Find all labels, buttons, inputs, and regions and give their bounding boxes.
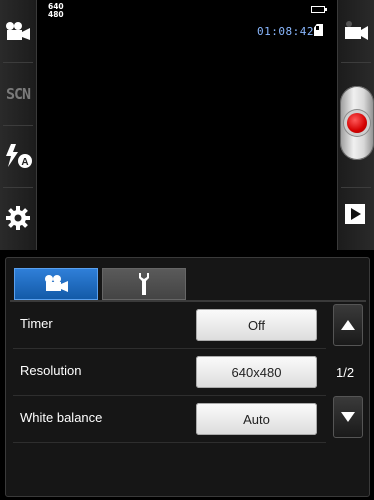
tab-general-settings[interactable] — [102, 268, 186, 300]
camcorder-icon — [345, 21, 368, 40]
settings-tabs — [10, 266, 366, 302]
rail-divider — [341, 62, 371, 63]
resolution-height: 480 — [48, 10, 64, 19]
settings-gear-icon — [6, 206, 30, 230]
scene-button[interactable]: SCN — [0, 74, 36, 114]
record-button[interactable] — [340, 86, 374, 160]
mode-switch-button[interactable] — [342, 20, 370, 47]
record-icon — [347, 113, 367, 133]
video-mode-icon — [6, 22, 30, 40]
rail-divider — [3, 125, 33, 126]
settings-panel: Timer Off Resolution 640x480 White balan… — [5, 257, 370, 497]
settings-row-resolution: Resolution 640x480 — [13, 349, 326, 396]
resolution-label: Resolution — [20, 363, 82, 378]
rail-divider — [341, 187, 371, 188]
wrench-tab-icon — [139, 273, 149, 295]
white-balance-value-button[interactable]: Auto — [196, 403, 317, 435]
flash-auto-icon: A — [6, 144, 32, 168]
play-icon — [351, 208, 361, 220]
arrow-up-icon — [341, 320, 355, 330]
battery-icon — [311, 6, 327, 13]
resolution-value-button[interactable]: 640x480 — [196, 356, 317, 388]
camcorder-tab-icon — [45, 275, 68, 292]
scene-icon: SCN — [5, 85, 31, 103]
timer-value-button[interactable]: Off — [196, 309, 317, 341]
white-balance-label: White balance — [20, 410, 103, 425]
settings-row-white-balance: White balance Auto — [13, 396, 326, 443]
tab-video-settings[interactable] — [14, 268, 98, 300]
page-indicator: 1/2 — [336, 365, 355, 380]
rail-divider — [3, 62, 33, 63]
recording-timer: 01:08:42 — [257, 25, 314, 38]
arrow-down-icon — [341, 412, 355, 422]
timer-label: Timer — [20, 316, 53, 331]
svg-text:A: A — [21, 157, 28, 168]
right-control-rail — [337, 0, 374, 250]
left-control-rail: SCN A — [0, 0, 37, 250]
sd-card-notch — [316, 26, 319, 30]
settings-row-timer: Timer Off — [13, 302, 326, 349]
resolution-indicator: 640 480 — [48, 3, 64, 19]
video-mode-button[interactable] — [0, 12, 36, 52]
flash-button[interactable]: A — [0, 136, 36, 176]
rail-divider — [3, 187, 33, 188]
page-down-button[interactable] — [333, 396, 363, 438]
playback-button[interactable] — [345, 204, 365, 224]
settings-button[interactable] — [0, 198, 36, 238]
page-up-button[interactable] — [333, 304, 363, 346]
